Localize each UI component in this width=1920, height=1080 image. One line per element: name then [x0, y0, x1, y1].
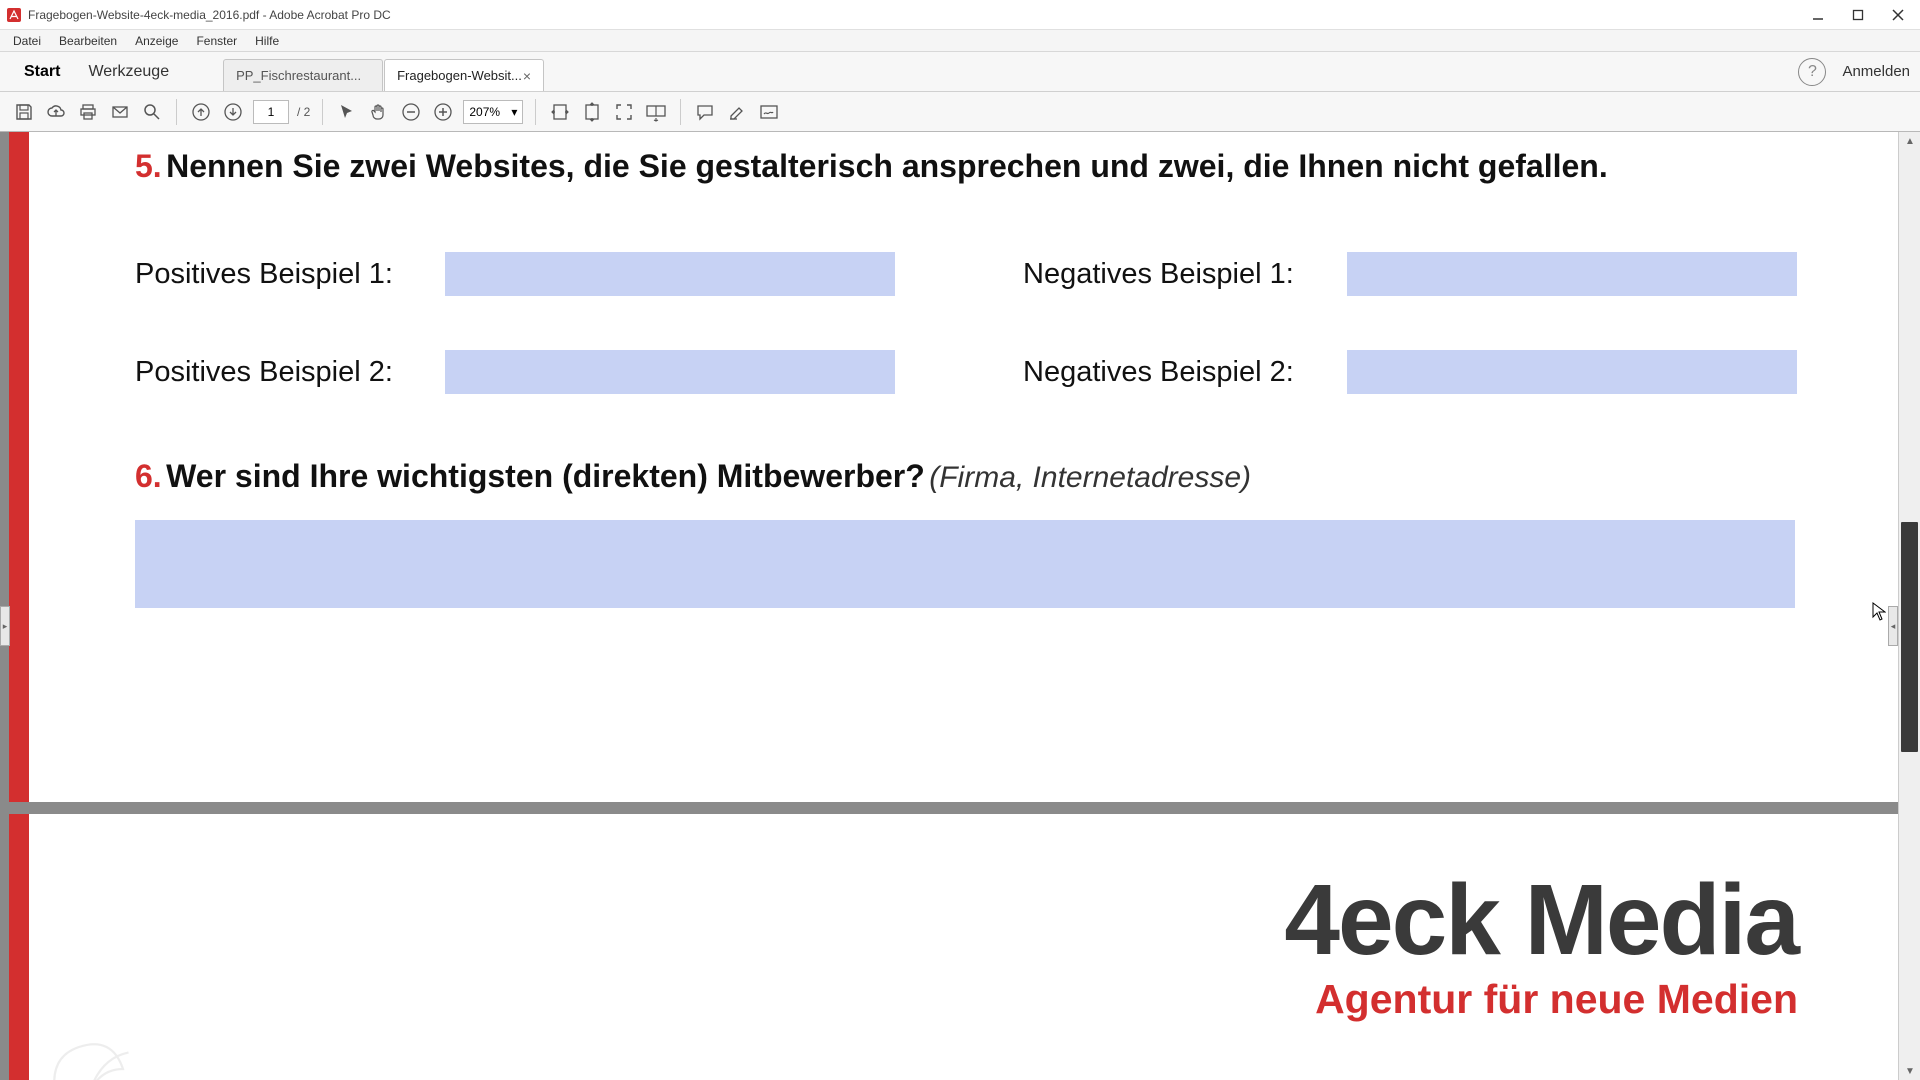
- label-neg2: Negatives Beispiel 2:: [1023, 356, 1347, 389]
- input-pos2[interactable]: [445, 350, 895, 394]
- zoom-value: 207%: [469, 105, 500, 119]
- read-mode-icon[interactable]: [644, 100, 668, 124]
- page-up-icon[interactable]: [189, 100, 213, 124]
- menu-file[interactable]: Datei: [4, 34, 50, 48]
- chevron-down-icon: ▾: [511, 105, 517, 119]
- scroll-up-icon[interactable]: ▲: [1899, 132, 1920, 150]
- save-icon[interactable]: [12, 100, 36, 124]
- window-title: Fragebogen-Website-4eck-media_2016.pdf -…: [28, 8, 1810, 22]
- close-button[interactable]: [1890, 7, 1906, 23]
- menu-view[interactable]: Anzeige: [126, 34, 187, 48]
- doc-tab-1[interactable]: Fragebogen-Websit... ×: [384, 59, 544, 91]
- cloud-icon[interactable]: [44, 100, 68, 124]
- logo-main-text: 4eck Media: [1284, 870, 1798, 970]
- watermark-icon: [35, 1014, 145, 1080]
- left-panel-handle[interactable]: ▸: [0, 606, 10, 646]
- app-icon: [6, 7, 22, 23]
- hand-tool-icon[interactable]: [367, 100, 391, 124]
- toolbar: / 2 207% ▾: [0, 92, 1920, 132]
- field-row-neg1: Negatives Beispiel 1:: [1023, 252, 1797, 296]
- menu-bar: Datei Bearbeiten Anzeige Fenster Hilfe: [0, 30, 1920, 52]
- page-gap: [9, 802, 1898, 814]
- page-left-accent: [9, 132, 29, 802]
- close-tab-icon[interactable]: ×: [523, 68, 531, 84]
- zoom-select[interactable]: 207% ▾: [463, 100, 523, 124]
- page-total: / 2: [297, 105, 310, 119]
- search-icon[interactable]: [140, 100, 164, 124]
- input-competitors[interactable]: [135, 520, 1795, 608]
- field-row-pos2: Positives Beispiel 2:: [135, 350, 895, 394]
- fit-width-icon[interactable]: [548, 100, 572, 124]
- question-6-heading: 6. Wer sind Ihre wichtigsten (direkten) …: [135, 458, 1251, 495]
- field-row-pos1: Positives Beispiel 1:: [135, 252, 895, 296]
- pdf-page-1: 5. Nennen Sie zwei Websites, die Sie ges…: [9, 132, 1898, 802]
- document-viewport: ▸ ◂ 5. Nennen Sie zwei Websites, die Sie…: [0, 132, 1920, 1080]
- signin-link[interactable]: Anmelden: [1842, 63, 1910, 80]
- input-neg2[interactable]: [1347, 350, 1797, 394]
- window-titlebar: Fragebogen-Website-4eck-media_2016.pdf -…: [0, 0, 1920, 30]
- label-pos1: Positives Beispiel 1:: [135, 258, 445, 291]
- input-neg1[interactable]: [1347, 252, 1797, 296]
- page-left-accent: [9, 814, 29, 1080]
- doc-tab-label: Fragebogen-Websit...: [397, 68, 522, 83]
- label-neg1: Negatives Beispiel 1:: [1023, 258, 1347, 291]
- doc-tab-0[interactable]: PP_Fischrestaurant...: [223, 59, 383, 91]
- page-down-icon[interactable]: [221, 100, 245, 124]
- vertical-scrollbar[interactable]: ▲ ▼: [1898, 132, 1920, 1080]
- input-pos1[interactable]: [445, 252, 895, 296]
- select-tool-icon[interactable]: [335, 100, 359, 124]
- mouse-cursor: [1872, 602, 1886, 622]
- doc-tab-label: PP_Fischrestaurant...: [236, 68, 361, 83]
- page-input[interactable]: [253, 100, 289, 124]
- tabs-row: Start Werkzeuge PP_Fischrestaurant... Fr…: [0, 52, 1920, 92]
- nav-tools[interactable]: Werkzeuge: [74, 52, 183, 91]
- fit-page-icon[interactable]: [580, 100, 604, 124]
- maximize-button[interactable]: [1850, 7, 1866, 23]
- highlight-icon[interactable]: [725, 100, 749, 124]
- scroll-down-icon[interactable]: ▼: [1899, 1062, 1920, 1080]
- sign-icon[interactable]: [757, 100, 781, 124]
- company-logo: 4eck Media Agentur für neue Medien: [1284, 870, 1798, 1023]
- label-pos2: Positives Beispiel 2:: [135, 356, 445, 389]
- logo-sub-text: Agentur für neue Medien: [1284, 976, 1798, 1023]
- right-panel-handle[interactable]: ◂: [1888, 606, 1898, 646]
- zoom-out-icon[interactable]: [399, 100, 423, 124]
- field-row-neg2: Negatives Beispiel 2:: [1023, 350, 1797, 394]
- question-5-heading: 5. Nennen Sie zwei Websites, die Sie ges…: [135, 148, 1608, 185]
- help-icon[interactable]: ?: [1798, 58, 1826, 86]
- zoom-in-icon[interactable]: [431, 100, 455, 124]
- pdf-page-2: 4eck Media Agentur für neue Medien 7. In…: [9, 814, 1898, 1080]
- scrollbar-thumb[interactable]: [1901, 522, 1918, 752]
- fullscreen-icon[interactable]: [612, 100, 636, 124]
- minimize-button[interactable]: [1810, 7, 1826, 23]
- email-icon[interactable]: [108, 100, 132, 124]
- menu-help[interactable]: Hilfe: [246, 34, 288, 48]
- comment-icon[interactable]: [693, 100, 717, 124]
- menu-edit[interactable]: Bearbeiten: [50, 34, 126, 48]
- print-icon[interactable]: [76, 100, 100, 124]
- menu-window[interactable]: Fenster: [187, 34, 246, 48]
- nav-start[interactable]: Start: [10, 52, 74, 91]
